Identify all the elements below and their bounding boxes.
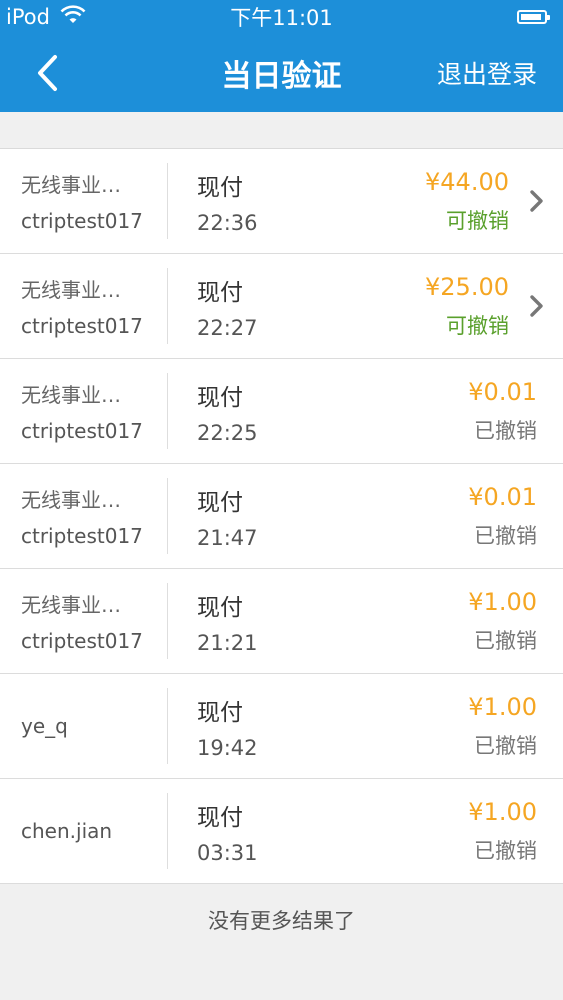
amount: ¥1.00 (468, 587, 537, 616)
pay-time: 22:36 (197, 210, 258, 235)
account-name: ctriptest017 (21, 419, 143, 443)
status-badge: 已撤销 (474, 838, 537, 863)
pay-type: 现付 (197, 174, 243, 201)
amount: ¥1.00 (468, 692, 537, 721)
row-divider (167, 688, 168, 764)
row-user: 无线事业… ctriptest017 (0, 359, 168, 463)
row-amount: ¥1.00 已撤销 (468, 779, 537, 883)
status-badge: 已撤销 (474, 523, 537, 548)
amount: ¥44.00 (425, 167, 509, 196)
row-divider (167, 793, 168, 869)
row-divider (167, 583, 168, 659)
status-badge: 可撤销 (446, 208, 509, 233)
row-user: chen.jian (0, 779, 168, 883)
verification-list: 无线事业… ctriptest017 现付 22:36 ¥44.00 可撤销 无… (0, 149, 563, 884)
row-amount: ¥44.00 可撤销 (425, 149, 509, 253)
amount: ¥25.00 (425, 272, 509, 301)
row-user: 无线事业… ctriptest017 (0, 464, 168, 568)
pay-type: 现付 (197, 699, 243, 726)
status-badge: 已撤销 (474, 733, 537, 758)
row-payment: 现付 19:42 (168, 674, 258, 778)
pay-type: 现付 (197, 804, 243, 831)
status-bar: iPod 下午11:01 (0, 0, 563, 34)
list-item[interactable]: 无线事业… ctriptest017 现付 22:25 ¥0.01 已撤销 (0, 359, 563, 464)
account-name: ctriptest017 (21, 209, 143, 233)
list-item[interactable]: 无线事业… ctriptest017 现付 21:21 ¥1.00 已撤销 (0, 569, 563, 674)
account-name: ctriptest017 (21, 314, 143, 338)
merchant-name: 无线事业… (21, 383, 121, 407)
chevron-right-icon (530, 295, 543, 317)
account-name: ye_q (21, 714, 68, 738)
status-time: 下午11:01 (230, 6, 333, 30)
amount: ¥0.01 (468, 482, 537, 511)
row-divider (167, 373, 168, 449)
merchant-name: 无线事业… (21, 278, 121, 302)
pay-type: 现付 (197, 384, 243, 411)
row-payment: 现付 22:27 (168, 254, 258, 358)
row-amount: ¥1.00 已撤销 (468, 569, 537, 673)
list-item[interactable]: chen.jian 现付 03:31 ¥1.00 已撤销 (0, 779, 563, 884)
pay-time: 22:27 (197, 315, 258, 340)
logout-button[interactable]: 退出登录 (437, 55, 537, 91)
pay-time: 21:47 (197, 525, 258, 550)
row-amount: ¥0.01 已撤销 (468, 464, 537, 568)
row-user: ye_q (0, 674, 168, 778)
no-more-results: 没有更多结果了 (0, 884, 563, 956)
row-payment: 现付 22:25 (168, 359, 258, 463)
pay-type: 现付 (197, 489, 243, 516)
account-name: ctriptest017 (21, 524, 143, 548)
list-item[interactable]: ye_q 现付 19:42 ¥1.00 已撤销 (0, 674, 563, 779)
row-amount: ¥1.00 已撤销 (468, 674, 537, 778)
row-payment: 现付 22:36 (168, 149, 258, 253)
row-amount: ¥25.00 可撤销 (425, 254, 509, 358)
pay-time: 19:42 (197, 735, 258, 760)
row-divider (167, 478, 168, 554)
amount: ¥0.01 (468, 377, 537, 406)
pay-time: 22:25 (197, 420, 258, 445)
account-name: chen.jian (21, 819, 113, 843)
battery-icon (517, 10, 550, 24)
row-user: 无线事业… ctriptest017 (0, 254, 168, 358)
list-item[interactable]: 无线事业… ctriptest017 现付 21:47 ¥0.01 已撤销 (0, 464, 563, 569)
status-badge: 已撤销 (474, 628, 537, 653)
merchant-name: 无线事业… (21, 488, 121, 512)
status-badge: 已撤销 (474, 418, 537, 443)
row-user: 无线事业… ctriptest017 (0, 569, 168, 673)
row-divider (167, 163, 168, 239)
row-payment: 现付 21:47 (168, 464, 258, 568)
pay-type: 现付 (197, 279, 243, 306)
list-item[interactable]: 无线事业… ctriptest017 现付 22:36 ¥44.00 可撤销 (0, 149, 563, 254)
merchant-name: 无线事业… (21, 173, 121, 197)
row-user: 无线事业… ctriptest017 (0, 149, 168, 253)
row-amount: ¥0.01 已撤销 (468, 359, 537, 463)
row-divider (167, 268, 168, 344)
pay-time: 03:31 (197, 840, 258, 865)
pay-type: 现付 (197, 594, 243, 621)
merchant-name: 无线事业… (21, 593, 121, 617)
row-payment: 现付 03:31 (168, 779, 258, 883)
amount: ¥1.00 (468, 797, 537, 826)
row-payment: 现付 21:21 (168, 569, 258, 673)
status-badge: 可撤销 (446, 313, 509, 338)
pay-time: 21:21 (197, 630, 258, 655)
list-item[interactable]: 无线事业… ctriptest017 现付 22:27 ¥25.00 可撤销 (0, 254, 563, 359)
list-top-spacer (0, 112, 563, 149)
chevron-right-icon (530, 190, 543, 212)
nav-bar: 当日验证 退出登录 (0, 34, 563, 112)
account-name: ctriptest017 (21, 629, 143, 653)
